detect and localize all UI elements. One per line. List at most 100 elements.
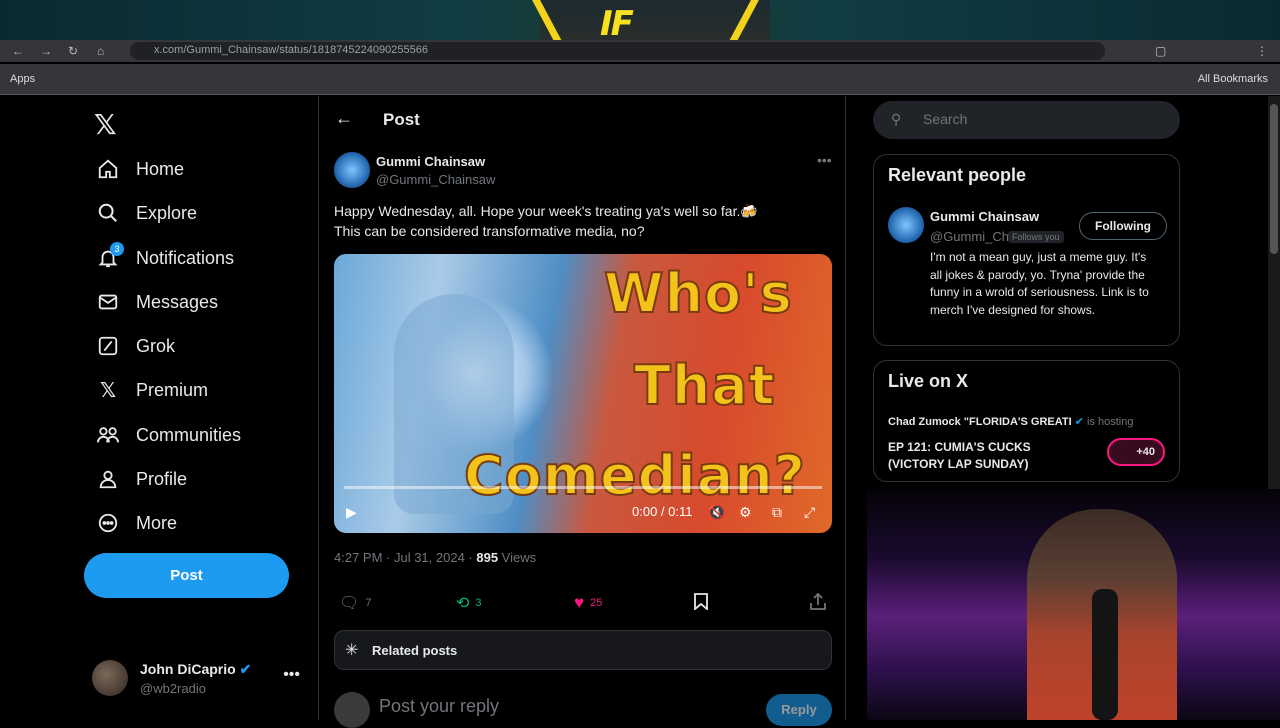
person-avatar[interactable] (888, 207, 924, 243)
nav-premium[interactable]: 𝕏 Premium (96, 370, 208, 410)
webcam-overlay (867, 489, 1280, 720)
verified-badge-icon: ✔ (1074, 416, 1084, 428)
bookmark-all[interactable]: All Bookmarks (1198, 73, 1268, 85)
x-icon: 𝕏 (99, 378, 117, 402)
post-more-icon[interactable]: ••• (817, 152, 832, 168)
more-icon (96, 511, 120, 535)
avatar (92, 660, 128, 696)
author-name[interactable]: Gummi Chainsaw (376, 154, 485, 169)
account-name: John DiCaprio (140, 661, 236, 677)
nav-messages-label: Messages (136, 291, 219, 312)
share-action[interactable] (810, 593, 826, 610)
live-title: Live on X (888, 371, 969, 391)
video-title-word2: That (633, 353, 776, 418)
banner-logo: IF (600, 4, 634, 44)
reply-input[interactable]: Post your reply (379, 696, 499, 717)
search-placeholder: Search (923, 111, 968, 127)
like-count: 25 (590, 597, 603, 609)
post-meta: 4:27 PM · Jul 31, 2024 · 895 Views (334, 550, 536, 565)
video-title-word1: Who's (603, 261, 793, 326)
reply-action[interactable]: 🗨 7 (339, 593, 371, 613)
video-time: 0:00 / 0:11 (632, 504, 693, 519)
related-posts[interactable]: ✳ Related posts (334, 630, 832, 670)
search-input[interactable]: ⚲ Search (873, 101, 1180, 139)
relevant-people-card: Relevant people Gummi Chainsaw @Gummi_Ch… (873, 154, 1180, 346)
live-host: Chad Zumock "FLORIDA'S GREATI ✔ is hosti… (888, 415, 1178, 428)
bookmark-action[interactable] (694, 593, 708, 610)
nav-grok-label: Grok (136, 335, 176, 356)
address-bar[interactable]: x.com/Gummi_Chainsaw/status/181874522409… (130, 42, 1105, 60)
nav-home[interactable]: Home (96, 149, 184, 189)
nav-more[interactable]: More (96, 503, 177, 543)
back-icon[interactable]: ← (335, 108, 353, 129)
views-count: 895 (476, 550, 499, 565)
live-hosting-label: is hosting (1086, 416, 1134, 428)
account-more-icon[interactable]: ••• (283, 666, 300, 684)
related-posts-label: Related posts (372, 643, 458, 658)
reload-icon[interactable]: ↻ (68, 44, 78, 58)
nav-home-label: Home (136, 158, 185, 179)
sparkle-icon: ✳ (345, 642, 359, 659)
repost-icon: ⟲ (456, 595, 470, 612)
microphone (1092, 589, 1118, 720)
forward-arrow-icon[interactable]: → (40, 44, 52, 58)
scrollbar[interactable] (1268, 96, 1280, 489)
nav-explore[interactable]: Explore (96, 193, 197, 233)
nav-notifications[interactable]: 3 Notifications (96, 238, 234, 278)
nav-profile-label: Profile (136, 468, 188, 489)
bookmarks-bar: Apps All Bookmarks (0, 64, 1280, 95)
scrollbar-thumb[interactable] (1270, 104, 1278, 254)
post-text: Happy Wednesday, all. Hope your week's t… (334, 201, 824, 241)
person-name[interactable]: Gummi Chainsaw (930, 209, 1039, 224)
reply-avatar (334, 692, 370, 728)
nav-communities[interactable]: Communities (96, 415, 241, 455)
nav-messages[interactable]: Messages (96, 282, 218, 322)
nav-grok[interactable]: Grok (96, 326, 175, 366)
extension-icon[interactable]: ▢ (1155, 44, 1166, 58)
menu-dots-icon[interactable]: ⋮ (1256, 44, 1268, 58)
live-episode: EP 121: CUMIA'S CUCKS (VICTORY LAP SUNDA… (888, 440, 1031, 471)
nav-profile[interactable]: Profile (96, 459, 187, 499)
mute-icon[interactable]: 🔇 (708, 504, 725, 521)
account-handle: @wb2radio (140, 681, 206, 696)
left-nav: 𝕏 Home Explore 3 Notifications Messages … (84, 96, 318, 720)
live-host-name: Chad Zumock "FLORIDA'S GREATI (888, 416, 1072, 428)
post-header: ← Post (319, 96, 847, 144)
nav-more-label: More (136, 512, 178, 533)
bookmark-apps[interactable]: Apps (10, 73, 35, 85)
nav-notifications-label: Notifications (136, 247, 235, 268)
live-on-x-card[interactable]: Live on X Chad Zumock "FLORIDA'S GREATI … (873, 360, 1180, 482)
account-name-row: John DiCaprio ✔ (140, 661, 251, 678)
heart-icon: ♥ (574, 593, 585, 612)
like-action[interactable]: ♥ 25 (574, 593, 602, 613)
nav-explore-label: Explore (136, 202, 198, 223)
people-icon (96, 423, 120, 447)
following-button[interactable]: Following (1079, 212, 1167, 240)
follows-you-badge: Follows you (1008, 231, 1064, 243)
listeners-pill: +40 (1107, 438, 1165, 466)
play-icon[interactable]: ▶ (346, 504, 357, 521)
account-switcher[interactable]: John DiCaprio ✔ @wb2radio ••• (92, 658, 312, 702)
post-time[interactable]: 4:27 PM · Jul 31, 2024 · (334, 550, 476, 565)
settings-icon[interactable]: ⚙ (739, 504, 752, 521)
back-arrow-icon[interactable]: ← (12, 44, 24, 58)
fullscreen-icon[interactable]: ⤢ (804, 504, 815, 521)
author-avatar[interactable] (334, 152, 370, 188)
person-bio: I'm not a mean guy, just a meme guy. It'… (930, 250, 1149, 317)
repost-count: 3 (475, 597, 482, 609)
reply-button[interactable]: Reply (766, 694, 832, 726)
grok-icon (96, 334, 120, 358)
video-player[interactable]: Who's That Comedian? ▶ 0:00 / 0:11 🔇 ⚙ ⧉… (334, 254, 832, 533)
video-progress-bar[interactable] (344, 486, 822, 489)
verified-badge-icon: ✔ (239, 661, 252, 677)
person-icon (96, 467, 120, 491)
author-handle[interactable]: @Gummi_Chainsaw (376, 172, 495, 187)
relevant-people-title: Relevant people (888, 165, 1027, 185)
repost-action[interactable]: ⟲ 3 (456, 593, 482, 613)
home-browser-icon[interactable]: ⌂ (97, 44, 104, 58)
x-logo-icon[interactable]: 𝕏 (94, 108, 117, 141)
pip-icon[interactable]: ⧉ (772, 504, 782, 521)
person-handle[interactable]: @Gummi_Ch (930, 229, 1009, 244)
notification-badge: 3 (110, 242, 124, 256)
post-button[interactable]: Post (84, 553, 289, 598)
